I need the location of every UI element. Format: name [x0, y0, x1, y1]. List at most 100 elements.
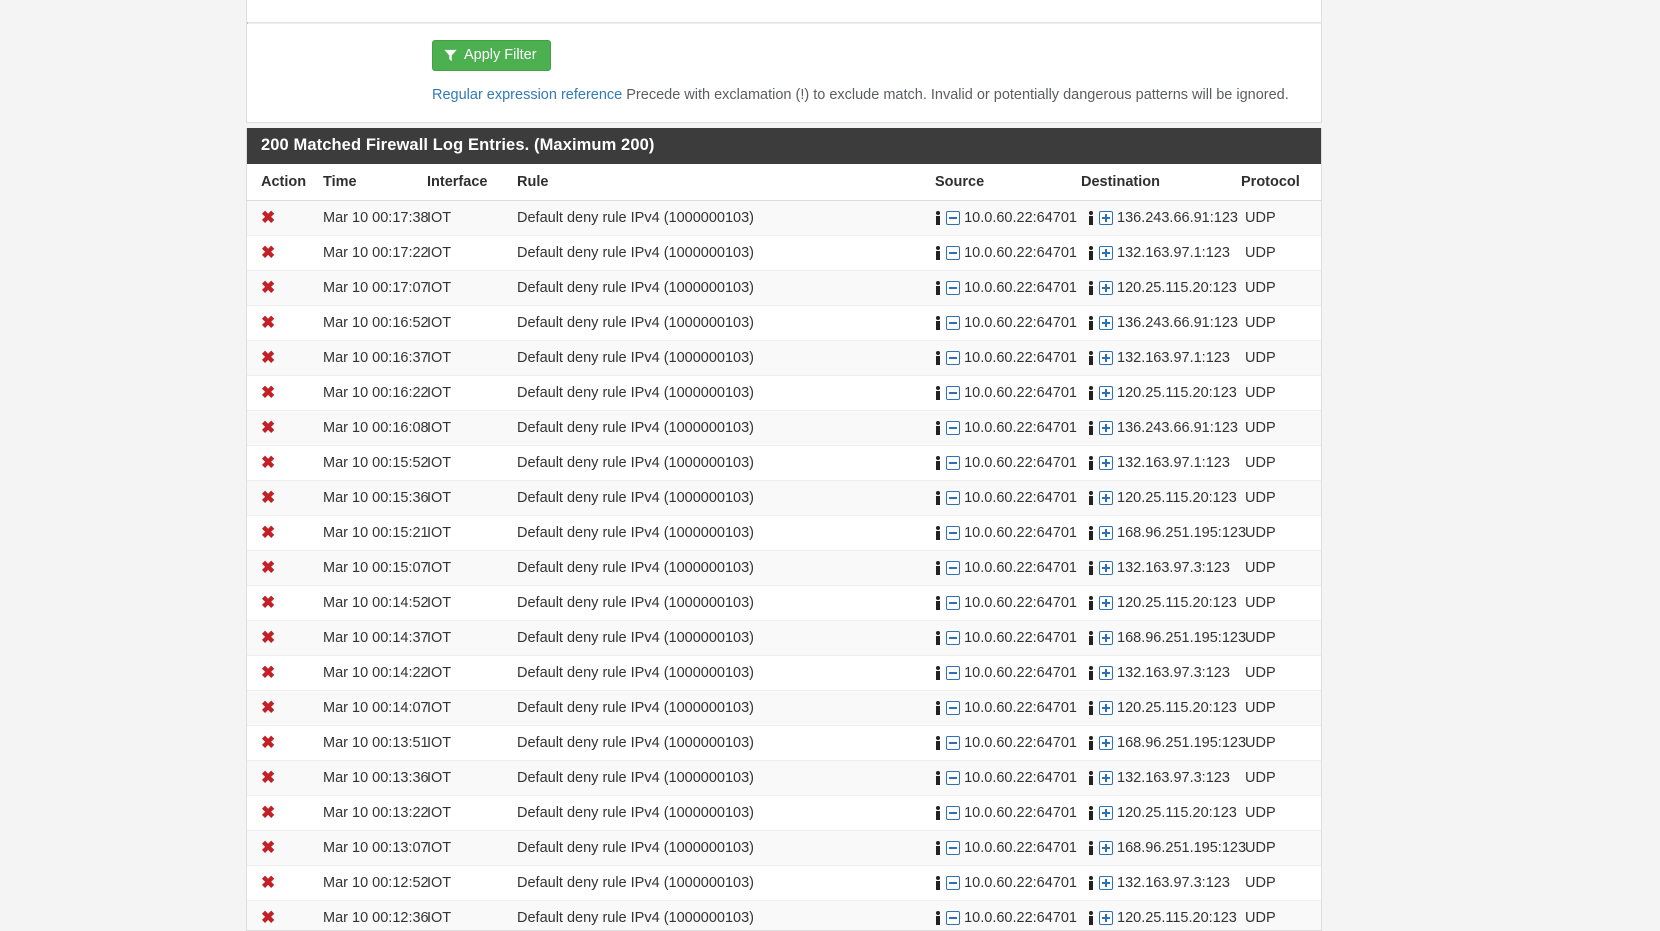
- block-x-icon[interactable]: ✖: [261, 699, 275, 716]
- block-destination-plus-icon[interactable]: [1099, 351, 1113, 365]
- block-destination-plus-icon[interactable]: [1099, 911, 1113, 925]
- block-source-minus-icon[interactable]: [946, 316, 961, 330]
- block-destination-plus-icon[interactable]: [1099, 456, 1113, 470]
- info-icon[interactable]: [934, 456, 942, 470]
- block-x-icon[interactable]: ✖: [261, 349, 275, 366]
- info-icon[interactable]: [934, 736, 942, 750]
- column-header-time[interactable]: Time: [323, 164, 427, 201]
- column-header-source[interactable]: Source: [935, 164, 1081, 201]
- block-source-minus-icon[interactable]: [946, 911, 961, 925]
- block-x-icon[interactable]: ✖: [261, 384, 275, 401]
- info-icon[interactable]: [934, 596, 942, 610]
- block-source-minus-icon[interactable]: [946, 246, 961, 260]
- info-icon[interactable]: [1087, 281, 1095, 295]
- info-icon[interactable]: [1087, 316, 1095, 330]
- block-x-icon[interactable]: ✖: [261, 419, 275, 436]
- block-source-minus-icon[interactable]: [946, 386, 961, 400]
- info-icon[interactable]: [934, 211, 942, 225]
- block-source-minus-icon[interactable]: [946, 841, 961, 855]
- info-icon[interactable]: [1087, 841, 1095, 855]
- block-source-minus-icon[interactable]: [946, 736, 961, 750]
- info-icon[interactable]: [1087, 246, 1095, 260]
- block-destination-plus-icon[interactable]: [1099, 806, 1113, 820]
- block-source-minus-icon[interactable]: [946, 526, 961, 540]
- block-source-minus-icon[interactable]: [946, 771, 961, 785]
- block-destination-plus-icon[interactable]: [1099, 491, 1113, 505]
- info-icon[interactable]: [934, 316, 942, 330]
- block-destination-plus-icon[interactable]: [1099, 631, 1113, 645]
- block-x-icon[interactable]: ✖: [261, 629, 275, 646]
- block-destination-plus-icon[interactable]: [1099, 701, 1113, 715]
- block-source-minus-icon[interactable]: [946, 351, 961, 365]
- block-x-icon[interactable]: ✖: [261, 874, 275, 891]
- block-x-icon[interactable]: ✖: [261, 734, 275, 751]
- info-icon[interactable]: [934, 491, 942, 505]
- info-icon[interactable]: [1087, 456, 1095, 470]
- block-destination-plus-icon[interactable]: [1099, 841, 1113, 855]
- info-icon[interactable]: [934, 666, 942, 680]
- info-icon[interactable]: [934, 386, 942, 400]
- info-icon[interactable]: [1087, 491, 1095, 505]
- block-x-icon[interactable]: ✖: [261, 244, 275, 261]
- info-icon[interactable]: [934, 526, 942, 540]
- info-icon[interactable]: [934, 421, 942, 435]
- block-x-icon[interactable]: ✖: [261, 664, 275, 681]
- block-destination-plus-icon[interactable]: [1099, 316, 1113, 330]
- info-icon[interactable]: [934, 911, 942, 925]
- block-destination-plus-icon[interactable]: [1099, 281, 1113, 295]
- block-x-icon[interactable]: ✖: [261, 769, 275, 786]
- block-x-icon[interactable]: ✖: [261, 909, 275, 926]
- block-x-icon[interactable]: ✖: [261, 839, 275, 856]
- block-destination-plus-icon[interactable]: [1099, 246, 1113, 260]
- info-icon[interactable]: [1087, 351, 1095, 365]
- block-x-icon[interactable]: ✖: [261, 594, 275, 611]
- block-source-minus-icon[interactable]: [946, 491, 961, 505]
- block-x-icon[interactable]: ✖: [261, 209, 275, 226]
- column-header-destination[interactable]: Destination: [1081, 164, 1241, 201]
- info-icon[interactable]: [934, 351, 942, 365]
- info-icon[interactable]: [1087, 771, 1095, 785]
- block-x-icon[interactable]: ✖: [261, 454, 275, 471]
- info-icon[interactable]: [1087, 561, 1095, 575]
- block-destination-plus-icon[interactable]: [1099, 561, 1113, 575]
- info-icon[interactable]: [1087, 386, 1095, 400]
- block-source-minus-icon[interactable]: [946, 876, 961, 890]
- apply-filter-button[interactable]: Apply Filter: [432, 40, 551, 71]
- info-icon[interactable]: [1087, 876, 1095, 890]
- block-destination-plus-icon[interactable]: [1099, 526, 1113, 540]
- regex-reference-link[interactable]: Regular expression reference: [432, 87, 622, 103]
- block-source-minus-icon[interactable]: [946, 631, 961, 645]
- block-destination-plus-icon[interactable]: [1099, 736, 1113, 750]
- block-destination-plus-icon[interactable]: [1099, 771, 1113, 785]
- column-header-action[interactable]: Action: [247, 164, 323, 201]
- block-x-icon[interactable]: ✖: [261, 279, 275, 296]
- column-header-interface[interactable]: Interface: [427, 164, 517, 201]
- block-destination-plus-icon[interactable]: [1099, 666, 1113, 680]
- info-icon[interactable]: [1087, 806, 1095, 820]
- info-icon[interactable]: [934, 701, 942, 715]
- info-icon[interactable]: [934, 841, 942, 855]
- info-icon[interactable]: [934, 631, 942, 645]
- info-icon[interactable]: [934, 246, 942, 260]
- block-source-minus-icon[interactable]: [946, 421, 961, 435]
- info-icon[interactable]: [1087, 211, 1095, 225]
- block-destination-plus-icon[interactable]: [1099, 876, 1113, 890]
- block-source-minus-icon[interactable]: [946, 701, 961, 715]
- info-icon[interactable]: [1087, 526, 1095, 540]
- info-icon[interactable]: [1087, 911, 1095, 925]
- block-x-icon[interactable]: ✖: [261, 489, 275, 506]
- info-icon[interactable]: [934, 876, 942, 890]
- block-destination-plus-icon[interactable]: [1099, 421, 1113, 435]
- block-source-minus-icon[interactable]: [946, 456, 961, 470]
- block-source-minus-icon[interactable]: [946, 561, 961, 575]
- info-icon[interactable]: [1087, 631, 1095, 645]
- block-destination-plus-icon[interactable]: [1099, 596, 1113, 610]
- info-icon[interactable]: [934, 806, 942, 820]
- info-icon[interactable]: [934, 281, 942, 295]
- info-icon[interactable]: [934, 771, 942, 785]
- block-x-icon[interactable]: ✖: [261, 559, 275, 576]
- info-icon[interactable]: [1087, 701, 1095, 715]
- block-source-minus-icon[interactable]: [946, 211, 961, 225]
- block-source-minus-icon[interactable]: [946, 596, 961, 610]
- info-icon[interactable]: [934, 561, 942, 575]
